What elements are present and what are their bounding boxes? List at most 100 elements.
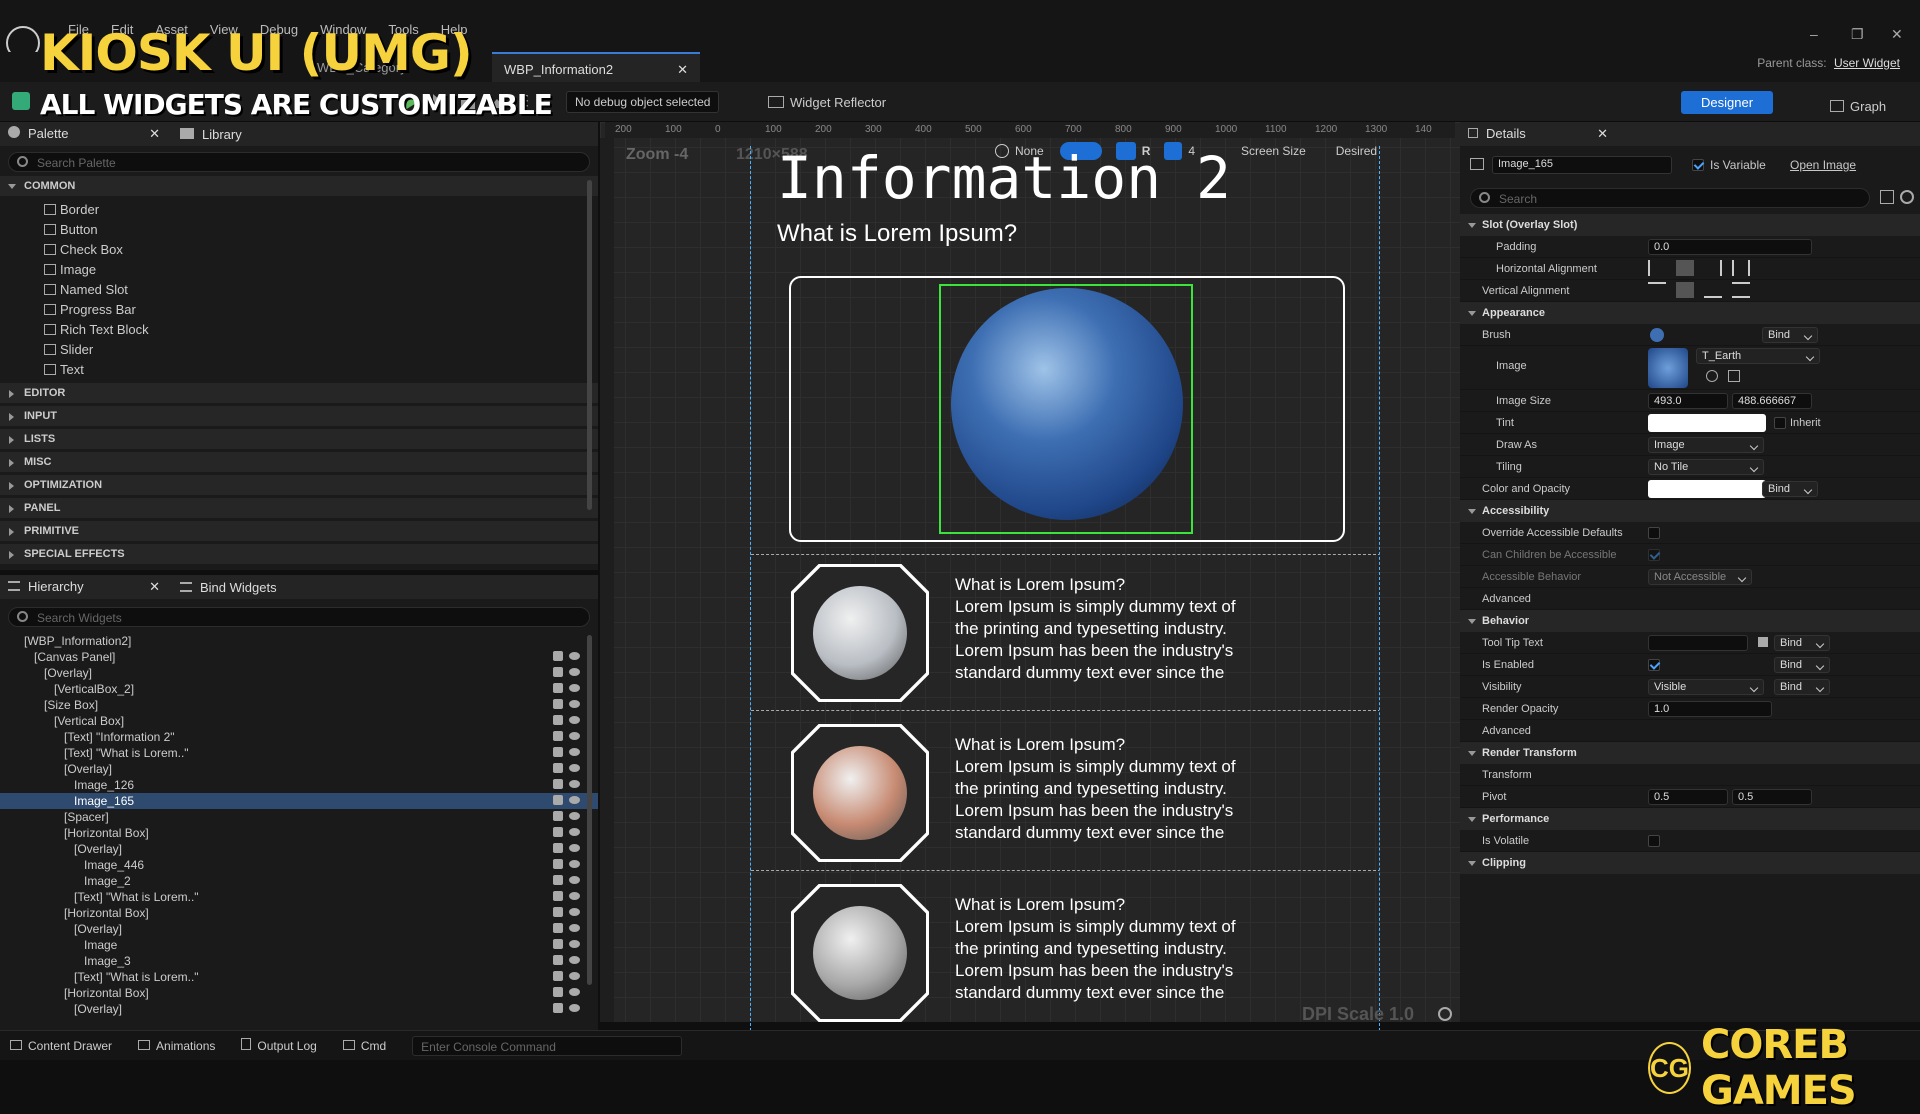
is-volatile-checkbox[interactable] (1648, 835, 1660, 847)
category-editor[interactable]: EDITOR (0, 383, 598, 403)
visibility-eye-icon[interactable] (569, 716, 580, 724)
hierarchy-row[interactable]: [Canvas Panel] (0, 649, 598, 665)
visibility-eye-icon[interactable] (569, 668, 580, 676)
palette-item-check-box[interactable]: Check Box (0, 239, 598, 259)
content-drawer-button[interactable]: Content Drawer (10, 1039, 112, 1053)
category-input[interactable]: INPUT (0, 406, 598, 426)
visibility-eye-icon[interactable] (569, 796, 580, 804)
visibility-eye-icon[interactable] (569, 812, 580, 820)
lock-icon[interactable] (553, 763, 563, 773)
visibility-eye-icon[interactable] (569, 844, 580, 852)
lock-icon[interactable] (553, 827, 563, 837)
card-heading[interactable]: What is Lorem Ipsum? (955, 894, 1125, 916)
visibility-bind-dropdown[interactable]: Bind (1774, 679, 1830, 695)
restore-icon[interactable]: ❐ (1851, 26, 1864, 43)
visibility-eye-icon[interactable] (569, 972, 580, 980)
align-bottom-icon[interactable] (1704, 282, 1722, 298)
align-left-icon[interactable] (1648, 260, 1666, 276)
align-top-icon[interactable] (1648, 282, 1666, 298)
pivot-y-field[interactable]: 0.5 (1732, 789, 1812, 805)
align-center-icon[interactable] (1676, 260, 1694, 276)
open-image-link[interactable]: Open Image (1790, 158, 1856, 172)
designer-viewport[interactable]: Zoom -4 1210×588 None R 4 Screen Size De… (600, 122, 1460, 1046)
is-variable-checkbox[interactable] (1692, 159, 1704, 171)
card-heading[interactable]: What is Lorem Ipsum? (955, 574, 1125, 596)
palette-item-button[interactable]: Button (0, 219, 598, 239)
hierarchy-row[interactable]: [Overlay] (0, 1001, 598, 1017)
planet-image[interactable] (813, 746, 907, 840)
image-size-y[interactable]: 488.666667 (1732, 393, 1812, 409)
hierarchy-row[interactable]: [Horizontal Box] (0, 825, 598, 841)
palette-scrollbar[interactable] (587, 180, 592, 510)
widget-name-field[interactable]: Image_165 (1492, 156, 1672, 174)
bind-widgets-tab[interactable]: Bind Widgets (180, 580, 277, 595)
hierarchy-row[interactable]: Image_165 (0, 793, 598, 809)
tiling-dropdown[interactable]: No Tile (1648, 459, 1764, 475)
hierarchy-row[interactable]: Image_3 (0, 953, 598, 969)
visibility-eye-icon[interactable] (569, 908, 580, 916)
section-appearance[interactable]: Appearance (1460, 302, 1920, 324)
lock-icon[interactable] (553, 987, 563, 997)
visibility-eye-icon[interactable] (569, 860, 580, 868)
is-enabled-checkbox[interactable] (1648, 659, 1660, 671)
hierarchy-tab[interactable]: Hierarchy ✕ (8, 579, 168, 595)
visibility-eye-icon[interactable] (569, 684, 580, 692)
lock-icon[interactable] (553, 683, 563, 693)
graph-button[interactable]: Graph (1830, 94, 1886, 118)
designer-button[interactable]: Designer (1681, 90, 1774, 114)
section-behavior[interactable]: Behavior (1460, 610, 1920, 632)
section-accessibility[interactable]: Accessibility (1460, 500, 1920, 522)
palette-item-rich-text-block[interactable]: Rich Text Block (0, 319, 598, 339)
align-middle-icon[interactable] (1676, 282, 1694, 298)
hierarchy-row[interactable]: [Overlay] (0, 761, 598, 777)
palette-item-border[interactable]: Border (0, 199, 598, 219)
close-window-icon[interactable]: ✕ (1891, 26, 1903, 43)
hierarchy-row[interactable]: Image_2 (0, 873, 598, 889)
visibility-eye-icon[interactable] (569, 700, 580, 708)
output-log-button[interactable]: Output Log (241, 1038, 317, 1053)
texture-thumbnail[interactable] (1648, 348, 1688, 388)
align-fill-icon[interactable] (1732, 260, 1750, 276)
override-checkbox[interactable] (1648, 527, 1660, 539)
palette-item-named-slot[interactable]: Named Slot (0, 279, 598, 299)
details-tab[interactable]: Details ✕ (1468, 126, 1608, 142)
flag-icon[interactable] (1758, 637, 1768, 647)
category-special-effects[interactable]: SPECIAL EFFECTS (0, 544, 598, 564)
lock-icon[interactable] (553, 875, 563, 885)
close-tab-icon[interactable]: ✕ (677, 62, 688, 78)
visibility-dropdown[interactable]: Visible (1648, 679, 1764, 695)
lock-icon[interactable] (553, 747, 563, 757)
lock-icon[interactable] (553, 667, 563, 677)
lock-icon[interactable] (553, 939, 563, 949)
hierarchy-row[interactable]: Image_126 (0, 777, 598, 793)
pivot-x-field[interactable]: 0.5 (1648, 789, 1728, 805)
hierarchy-row[interactable]: [Horizontal Box] (0, 985, 598, 1001)
hierarchy-row[interactable]: Image_446 (0, 857, 598, 873)
lock-icon[interactable] (553, 699, 563, 709)
lock-icon[interactable] (553, 731, 563, 741)
settings-gear-icon[interactable] (1900, 190, 1914, 204)
category-primitive[interactable]: PRIMITIVE (0, 521, 598, 541)
tab-wbp-information2[interactable]: WBP_Information2 ✕ (492, 52, 700, 82)
hierarchy-row[interactable]: [Overlay] (0, 665, 598, 681)
visibility-eye-icon[interactable] (569, 732, 580, 740)
hierarchy-row[interactable]: [VerticalBox_2] (0, 681, 598, 697)
visibility-eye-icon[interactable] (569, 892, 580, 900)
library-tab[interactable]: Library (180, 127, 242, 142)
console-input[interactable]: Enter Console Command (412, 1035, 683, 1056)
lock-icon[interactable] (553, 1003, 563, 1013)
lock-icon[interactable] (553, 955, 563, 965)
can-children-checkbox[interactable] (1648, 549, 1660, 561)
palette-item-progress-bar[interactable]: Progress Bar (0, 299, 598, 319)
category-common[interactable]: COMMON (0, 176, 598, 196)
lock-icon[interactable] (553, 779, 563, 789)
palette-tab[interactable]: Palette ✕ (8, 126, 168, 142)
visibility-eye-icon[interactable] (569, 780, 580, 788)
transform-row[interactable]: Transform (1460, 764, 1920, 786)
hierarchy-row[interactable]: [Text] "What is Lorem.." (0, 969, 598, 985)
dpi-settings-icon[interactable] (1438, 1007, 1452, 1021)
visibility-eye-icon[interactable] (569, 748, 580, 756)
details-search-input[interactable]: Search (1470, 188, 1870, 208)
color-swatch[interactable] (1648, 480, 1766, 498)
tooltip-bind-dropdown[interactable]: Bind (1774, 635, 1830, 651)
